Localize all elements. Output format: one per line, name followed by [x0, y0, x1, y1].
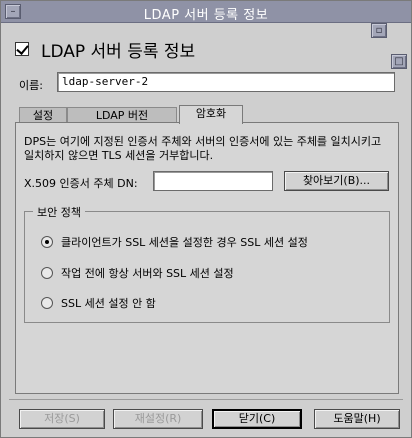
footer-divider — [9, 399, 403, 400]
policy-option-label: 작업 전에 항상 서버와 SSL 세션 설정 — [61, 267, 234, 280]
policy-option-no-ssl[interactable]: SSL 세션 설정 안 함 — [41, 295, 156, 311]
name-input[interactable]: ldap-server-2 — [57, 72, 395, 92]
page-title: LDAP 서버 등록 정보 — [41, 41, 196, 62]
radio-icon[interactable] — [41, 267, 53, 279]
close-button[interactable]: 닫기(C) — [212, 409, 302, 429]
tab-settings[interactable]: 설정 — [19, 107, 67, 123]
encryption-panel: DPS는 여기에 지정된 인증서 주체와 서버의 인증서에 있는 주체를 일치시… — [15, 122, 399, 394]
dn-input[interactable] — [153, 171, 273, 191]
radio-selected-icon[interactable] — [41, 236, 53, 248]
minimize-button[interactable]: ▫ — [371, 23, 387, 38]
properties-window: – LDAP 서버 등록 정보 ▫ □ LDAP 서버 등록 정보 이름: ld… — [0, 0, 412, 438]
maximize-icon: □ — [394, 56, 404, 67]
name-label: 이름: — [19, 79, 43, 92]
tab-encryption[interactable]: 암호화 — [179, 105, 243, 124]
dn-label: X.509 인증서 주체 DN: — [24, 177, 138, 190]
policy-option-client-ssl[interactable]: 클라이언트가 SSL 세션을 설정한 경우 SSL 세션 설정 — [41, 234, 308, 250]
radio-icon[interactable] — [41, 297, 53, 309]
tab-ldap-version[interactable]: LDAP 버전 — [67, 107, 177, 123]
security-policy-legend: 보안 정책 — [33, 204, 85, 220]
checkbox-icon — [15, 42, 29, 56]
window-title: LDAP 서버 등록 정보 — [143, 8, 269, 23]
help-button[interactable]: 도움말(H) — [314, 409, 400, 429]
policy-option-label: SSL 세션 설정 안 함 — [61, 297, 156, 310]
reset-button[interactable]: 재설정(R) — [113, 409, 203, 429]
title-bar[interactable]: – LDAP 서버 등록 정보 ▫ □ — [1, 1, 411, 69]
minimize-icon: ▫ — [375, 25, 383, 36]
save-button[interactable]: 저장(S) — [19, 409, 105, 429]
encryption-description: DPS는 여기에 지정된 인증서 주체와 서버의 인증서에 있는 주체를 일치시… — [24, 135, 382, 162]
security-policy-group: 보안 정책 클라이언트가 SSL 세션을 설정한 경우 SSL 세션 설정 작업… — [24, 204, 390, 323]
maximize-button[interactable]: □ — [391, 54, 407, 69]
page-heading: LDAP 서버 등록 정보 — [15, 39, 196, 62]
browse-button[interactable]: 찾아보기(B)... — [284, 171, 389, 191]
policy-option-always-ssl[interactable]: 작업 전에 항상 서버와 SSL 세션 설정 — [41, 265, 234, 281]
policy-option-label: 클라이언트가 SSL 세션을 설정한 경우 SSL 세션 설정 — [61, 236, 308, 249]
